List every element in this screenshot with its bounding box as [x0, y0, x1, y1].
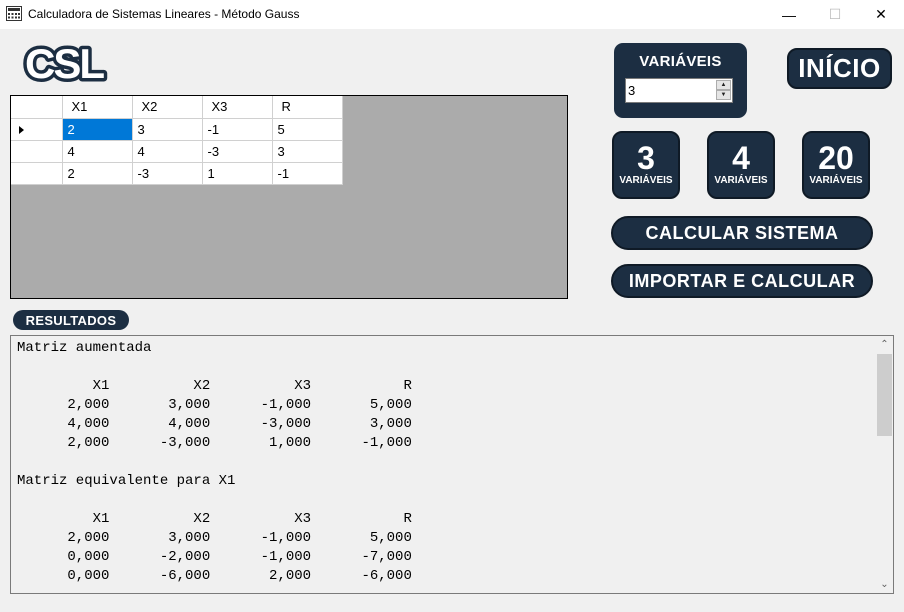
- minimize-icon: —: [782, 6, 796, 23]
- button-number: 20: [818, 140, 854, 176]
- variables-input[interactable]: [628, 81, 714, 100]
- grid-cell[interactable]: 5: [272, 118, 343, 141]
- close-icon: ✕: [875, 6, 887, 22]
- button-number: 3: [637, 140, 655, 176]
- grid-cell[interactable]: -1: [272, 162, 343, 185]
- grid-cell[interactable]: -3: [132, 162, 203, 185]
- chevron-down-icon: ⌄: [880, 579, 889, 590]
- grid-cell[interactable]: 2: [62, 162, 133, 185]
- grid-cell[interactable]: 2: [62, 118, 133, 141]
- button-number: 4: [732, 140, 750, 176]
- stepper-up-button[interactable]: ▲: [716, 80, 731, 90]
- row-header[interactable]: [11, 118, 63, 141]
- row-header[interactable]: [11, 162, 63, 185]
- four-variables-button[interactable]: 4 VARIÁVEIS: [707, 131, 775, 199]
- table-row: 2 3 -1 5: [11, 118, 343, 141]
- twenty-variables-button[interactable]: 20 VARIÁVEIS: [802, 131, 870, 199]
- table-row: 2 -3 1 -1: [11, 162, 343, 185]
- column-header-x3[interactable]: X3: [202, 96, 273, 119]
- matrix-table: X1 X2 X3 R 2 3 -1 5 4 4 -3 3 2 -3 1 -1: [11, 96, 343, 185]
- column-header-x2[interactable]: X2: [132, 96, 203, 119]
- row-header[interactable]: [11, 140, 63, 163]
- grid-cell[interactable]: 3: [272, 140, 343, 163]
- maximize-icon: ☐: [828, 6, 842, 22]
- results-scrollbar[interactable]: ⌃ ⌄: [876, 336, 893, 593]
- scroll-down-button[interactable]: ⌄: [876, 576, 893, 593]
- close-button[interactable]: ✕: [858, 0, 904, 29]
- grid-cell[interactable]: -3: [202, 140, 273, 163]
- column-header-r[interactable]: R: [272, 96, 343, 119]
- inicio-button[interactable]: INÍCIO: [787, 48, 892, 89]
- csl-logo: CSL: [22, 40, 110, 86]
- grid-cell[interactable]: 1: [202, 162, 273, 185]
- grid-cell[interactable]: 3: [132, 118, 203, 141]
- grid-cell[interactable]: -1: [202, 118, 273, 141]
- matrix-grid[interactable]: X1 X2 X3 R 2 3 -1 5 4 4 -3 3 2 -3 1 -1: [10, 95, 568, 299]
- grid-cell[interactable]: 4: [132, 140, 203, 163]
- maximize-button[interactable]: ☐: [812, 0, 858, 29]
- stepper-down-button[interactable]: ▼: [716, 90, 731, 100]
- window-title: Calculadora de Sistemas Lineares - Métod…: [28, 7, 300, 21]
- button-label: VARIÁVEIS: [809, 175, 863, 186]
- variables-panel: VARIÁVEIS ▲ ▼: [614, 43, 747, 118]
- variables-title: VARIÁVEIS: [639, 53, 722, 70]
- svg-text:CSL: CSL: [25, 40, 104, 86]
- chevron-up-icon: ⌃: [880, 339, 889, 350]
- three-variables-button[interactable]: 3 VARIÁVEIS: [612, 131, 680, 199]
- arrow-up-icon: ▲: [720, 82, 727, 88]
- current-row-arrow-icon: [19, 125, 24, 134]
- grid-header-row: X1 X2 X3 R: [11, 96, 343, 119]
- calculator-app-icon: [6, 6, 22, 21]
- button-label: VARIÁVEIS: [714, 175, 768, 186]
- grid-cell[interactable]: 4: [62, 140, 133, 163]
- results-text: Matriz aumentada X1 X2 X3 R 2,000 3,000 …: [17, 340, 412, 584]
- scroll-up-button[interactable]: ⌃: [876, 336, 893, 353]
- grid-corner-cell[interactable]: [11, 96, 63, 119]
- results-label: RESULTADOS: [13, 310, 129, 330]
- variables-stepper[interactable]: ▲ ▼: [625, 78, 733, 103]
- scroll-thumb[interactable]: [877, 354, 892, 436]
- button-label: VARIÁVEIS: [619, 175, 673, 186]
- calculate-system-button[interactable]: CALCULAR SISTEMA: [611, 216, 873, 250]
- stepper-buttons: ▲ ▼: [716, 80, 731, 101]
- results-textbox[interactable]: Matriz aumentada X1 X2 X3 R 2,000 3,000 …: [10, 335, 894, 594]
- arrow-down-icon: ▼: [720, 92, 727, 98]
- import-and-calculate-button[interactable]: IMPORTAR E CALCULAR: [611, 264, 873, 298]
- column-header-x1[interactable]: X1: [62, 96, 133, 119]
- minimize-button[interactable]: —: [766, 0, 812, 29]
- title-bar: Calculadora de Sistemas Lineares - Métod…: [0, 0, 904, 29]
- table-row: 4 4 -3 3: [11, 140, 343, 163]
